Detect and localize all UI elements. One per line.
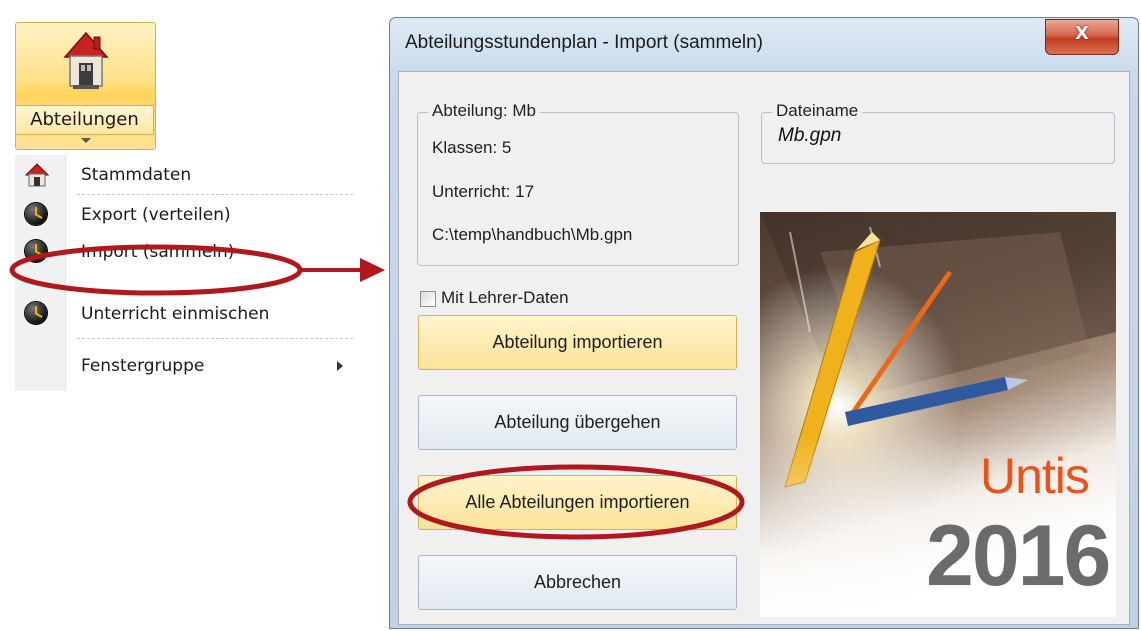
dialog-client-area: Abteilung: Mb Klassen: 5 Unterricht: 17 … [398, 71, 1130, 625]
menu-item-label: Fenstergruppe [81, 356, 205, 376]
abteilungen-ribbon-button[interactable]: Abteilungen [15, 22, 156, 150]
menu-separator [77, 194, 353, 195]
ribbon-label: Abteilungen [15, 105, 154, 135]
clock-icon [25, 203, 49, 227]
import-dialog: Abteilungsstundenplan - Import (sammeln)… [389, 17, 1139, 629]
close-icon: X [1075, 23, 1089, 44]
menu-item-fenstergruppe[interactable]: Fenstergruppe [15, 350, 353, 382]
highlight-ellipse-import-all [407, 464, 745, 540]
house-icon [63, 31, 109, 89]
menu-item-stammdaten[interactable]: Stammdaten [15, 159, 353, 191]
menu-item-label: Stammdaten [81, 165, 192, 185]
abteilungen-dropdown-menu: Stammdaten Export (verteilen) Import (sa… [15, 155, 353, 391]
clock-icon [25, 240, 49, 264]
chevron-right-icon [337, 361, 343, 371]
menu-item-label: Import (sammeln) [81, 242, 235, 262]
menu-item-import[interactable]: Import (sammeln) [15, 236, 353, 268]
menu-item-unterricht-einmischen[interactable]: Unterricht einmischen [15, 298, 353, 330]
highlight-overlay [407, 464, 745, 540]
menu-item-label: Unterricht einmischen [81, 304, 270, 324]
close-button[interactable]: X [1045, 19, 1119, 55]
annotation-arrowhead [360, 258, 385, 282]
menu-item-label: Export (verteilen) [81, 205, 231, 225]
menu-item-export[interactable]: Export (verteilen) [15, 199, 353, 231]
menu-separator [77, 338, 353, 339]
house-icon [25, 163, 49, 187]
chevron-down-icon[interactable] [81, 138, 91, 143]
clock-icon [25, 302, 49, 326]
dialog-title: Abteilungsstundenplan - Import (sammeln) [405, 32, 764, 53]
